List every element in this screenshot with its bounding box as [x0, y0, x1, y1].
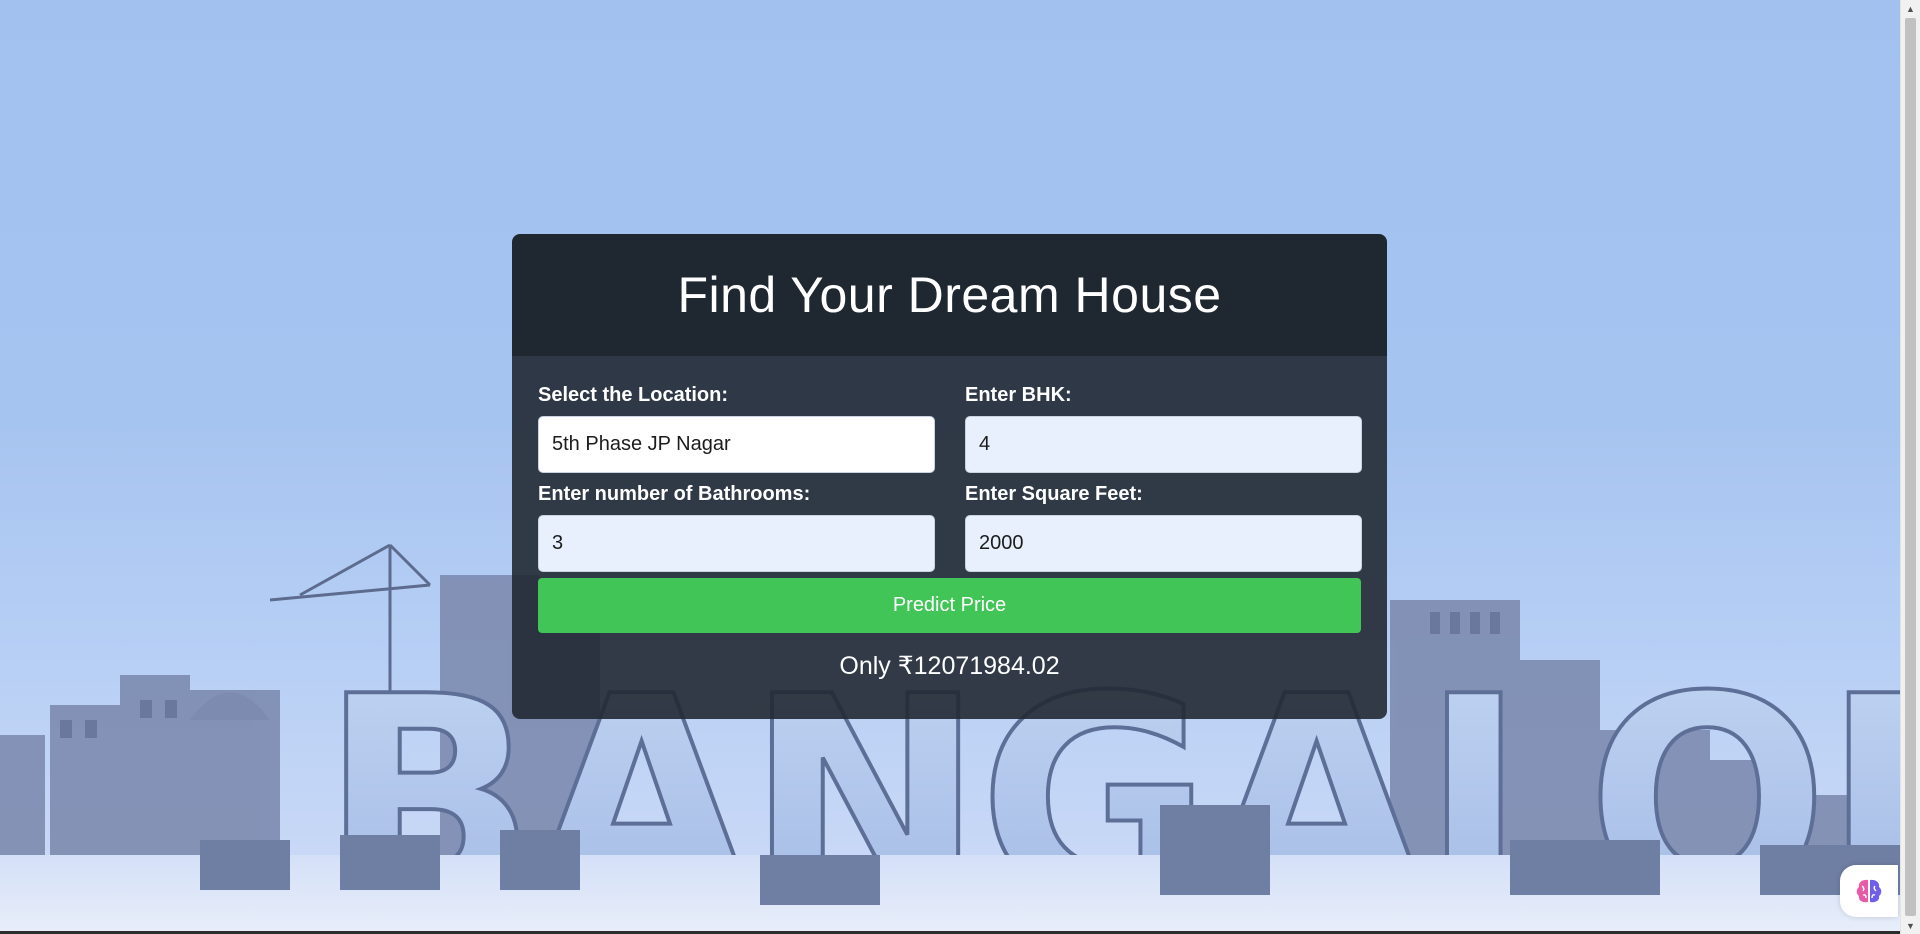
- brain-assistant-button[interactable]: [1840, 865, 1898, 917]
- location-field: Select the Location: 5th Phase JP Nagar: [538, 384, 935, 473]
- page-title: Find Your Dream House: [677, 267, 1222, 323]
- card-body: Select the Location: 5th Phase JP Nagar …: [512, 356, 1387, 719]
- sqft-input[interactable]: 2000: [965, 515, 1362, 572]
- bhk-field: Enter BHK: 4: [965, 384, 1362, 473]
- location-select[interactable]: 5th Phase JP Nagar: [538, 416, 935, 473]
- sqft-label: Enter Square Feet:: [965, 483, 1143, 505]
- scrollbar-thumb[interactable]: [1905, 18, 1916, 916]
- form-row-2: Enter number of Bathrooms: 3 Enter Squar…: [538, 483, 1362, 572]
- predict-price-button[interactable]: Predict Price: [538, 578, 1361, 633]
- bathrooms-input[interactable]: 3: [538, 515, 935, 572]
- prediction-card: Find Your Dream House Select the Locatio…: [512, 234, 1387, 719]
- form-row-1: Select the Location: 5th Phase JP Nagar …: [538, 384, 1362, 473]
- sqft-field: Enter Square Feet: 2000: [965, 483, 1362, 572]
- brain-icon: [1856, 879, 1882, 903]
- bhk-label: Enter BHK:: [965, 384, 1072, 406]
- card-header: Find Your Dream House: [512, 234, 1387, 356]
- scroll-down-arrow-icon[interactable]: ▼: [1901, 917, 1920, 934]
- bathrooms-label: Enter number of Bathrooms:: [538, 483, 811, 505]
- predicted-price-result: Only ₹12071984.02: [839, 652, 1060, 680]
- page-scrollbar[interactable]: ▲ ▼: [1900, 0, 1920, 934]
- bhk-input[interactable]: 4: [965, 416, 1362, 473]
- bathrooms-field: Enter number of Bathrooms: 3: [538, 483, 935, 572]
- scroll-up-arrow-icon[interactable]: ▲: [1901, 0, 1920, 17]
- location-label: Select the Location:: [538, 384, 729, 406]
